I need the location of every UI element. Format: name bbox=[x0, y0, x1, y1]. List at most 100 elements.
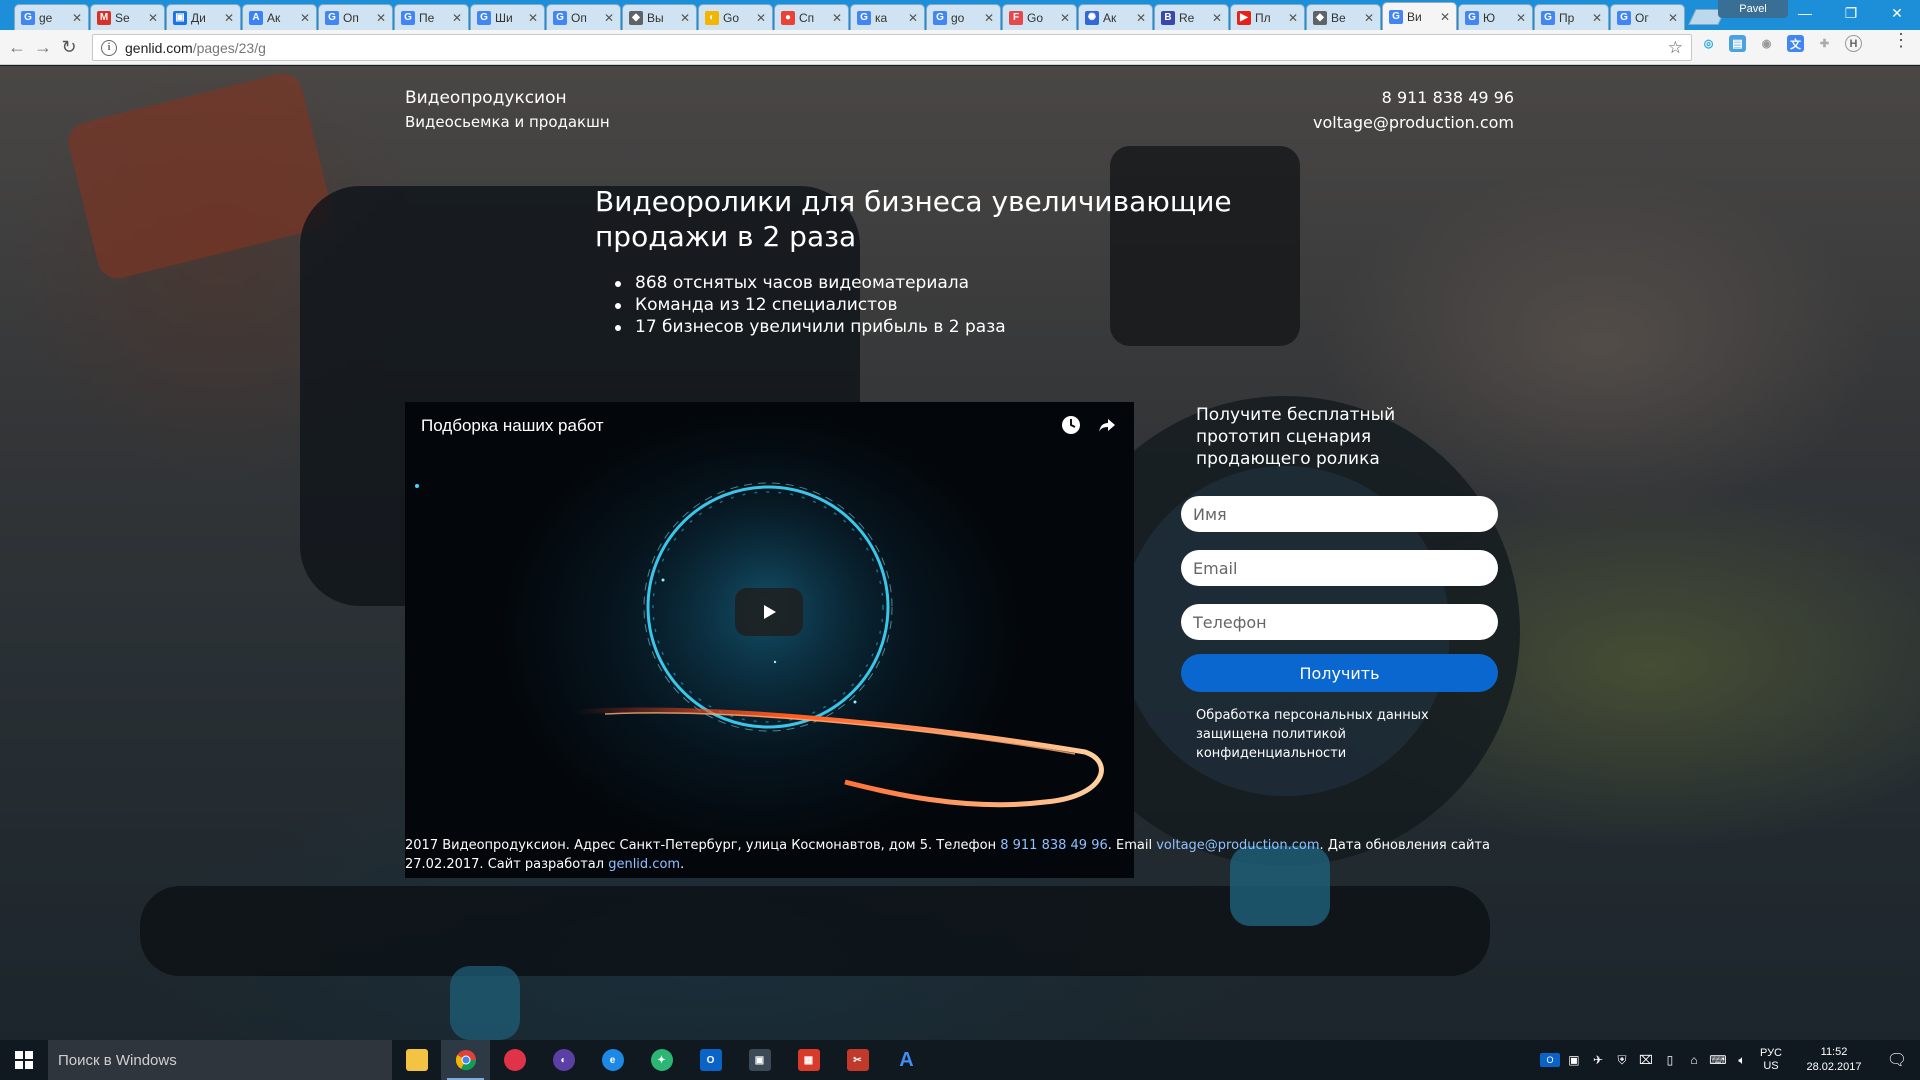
tab-close-icon[interactable]: ✕ bbox=[830, 11, 844, 25]
browser-tab[interactable]: ◆ Вы ✕ bbox=[622, 4, 697, 30]
tab-close-icon[interactable]: ✕ bbox=[678, 11, 692, 25]
browser-tab[interactable]: F Go ✕ bbox=[1002, 4, 1077, 30]
outlook-button[interactable]: O bbox=[686, 1040, 735, 1080]
tab-close-icon[interactable]: ✕ bbox=[1286, 11, 1300, 25]
browser-tab[interactable]: ◆ Ве ✕ bbox=[1306, 4, 1381, 30]
video-title[interactable]: Подборка наших работ bbox=[421, 416, 604, 436]
tab-close-icon[interactable]: ✕ bbox=[754, 11, 768, 25]
address-bar[interactable]: i genlid.com/pages/23/g ☆ bbox=[92, 34, 1692, 61]
clock[interactable]: 11:52 28.02.2017 bbox=[1794, 1045, 1874, 1075]
chrome-button[interactable] bbox=[441, 1040, 490, 1080]
browser-tab[interactable]: G Оп ✕ bbox=[318, 4, 393, 30]
footer-phone-link[interactable]: 8 911 838 49 96 bbox=[1000, 838, 1108, 853]
taskbar-search[interactable]: Поиск в Windows bbox=[48, 1040, 392, 1080]
name-input[interactable] bbox=[1181, 496, 1498, 532]
header-phone[interactable]: 8 911 838 49 96 bbox=[1313, 88, 1514, 107]
edge-button[interactable]: e bbox=[588, 1040, 637, 1080]
header-email[interactable]: voltage@production.com bbox=[1313, 113, 1514, 132]
reload-icon[interactable]: ↻ bbox=[56, 34, 82, 60]
outlook-tray-icon[interactable]: O bbox=[1539, 1053, 1560, 1067]
tab-close-icon[interactable]: ✕ bbox=[1134, 11, 1148, 25]
tab-close-icon[interactable]: ✕ bbox=[146, 11, 160, 25]
browser-tab[interactable]: G Ви ✕ bbox=[1382, 2, 1457, 30]
site-info-icon[interactable]: i bbox=[101, 39, 117, 56]
browser-tab[interactable]: Gge ✕ bbox=[14, 4, 89, 30]
taskbar-app-button[interactable]: ✦ bbox=[637, 1040, 686, 1080]
tab-close-icon[interactable]: ✕ bbox=[70, 11, 84, 25]
restore-icon[interactable]: ❐ bbox=[1828, 0, 1874, 26]
tab-close-icon[interactable]: ✕ bbox=[222, 11, 236, 25]
browser-tab[interactable]: Gка ✕ bbox=[850, 4, 925, 30]
tab-close-icon[interactable]: ✕ bbox=[602, 11, 616, 25]
extension-icon[interactable]: ◉ bbox=[1758, 35, 1775, 52]
tab-close-icon[interactable]: ✕ bbox=[982, 11, 996, 25]
browser-tab[interactable]: G Пр ✕ bbox=[1534, 4, 1609, 30]
browser-tab[interactable]: Ggo ✕ bbox=[926, 4, 1001, 30]
play-button[interactable] bbox=[735, 588, 803, 636]
email-input[interactable] bbox=[1181, 550, 1498, 586]
extension-icon[interactable]: H bbox=[1845, 35, 1862, 52]
tray-app-icon[interactable]: ✈ bbox=[1588, 1053, 1608, 1067]
close-window-icon[interactable]: ✕ bbox=[1874, 0, 1920, 26]
tab-close-icon[interactable]: ✕ bbox=[906, 11, 920, 25]
shield-icon[interactable]: ⛨ bbox=[1612, 1053, 1632, 1067]
browser-tab[interactable]: ▶ Пл ✕ bbox=[1230, 4, 1305, 30]
privacy-policy-note[interactable]: Обработка персональных данных защищена п… bbox=[1196, 706, 1436, 763]
submit-button[interactable]: Получить bbox=[1181, 654, 1498, 692]
tab-close-icon[interactable]: ✕ bbox=[374, 11, 388, 25]
browser-tab[interactable]: M Se ✕ bbox=[90, 4, 165, 30]
translate-icon[interactable]: 文 bbox=[1787, 35, 1804, 52]
notifications-icon[interactable]: 🗨︎ bbox=[1874, 1050, 1920, 1070]
browser-tab[interactable]: A Ак ✕ bbox=[242, 4, 317, 30]
volume-icon[interactable]: 🔈︎ bbox=[1732, 1053, 1752, 1067]
footer-site-link[interactable]: genlid.com bbox=[608, 857, 680, 872]
bookmark-star-icon[interactable]: ☆ bbox=[1668, 38, 1683, 58]
browser-tab[interactable]: ✺ Ак ✕ bbox=[1078, 4, 1153, 30]
file-explorer-button[interactable] bbox=[392, 1040, 441, 1080]
browser-tab[interactable]: G Пе ✕ bbox=[394, 4, 469, 30]
taskbar-app-button[interactable]: ◐ bbox=[539, 1040, 588, 1080]
video-player[interactable]: Подборка наших работ bbox=[405, 402, 1134, 878]
tab-close-icon[interactable]: ✕ bbox=[450, 11, 464, 25]
language-indicator[interactable]: РУС US bbox=[1760, 1047, 1782, 1073]
phone-input[interactable] bbox=[1181, 604, 1498, 640]
taskbar-app-button[interactable]: ✂ bbox=[833, 1040, 882, 1080]
tab-close-icon[interactable]: ✕ bbox=[1666, 11, 1680, 25]
chrome-menu-icon[interactable]: ⋮ bbox=[1892, 31, 1910, 49]
browser-tab[interactable]: ● Сп ✕ bbox=[774, 4, 849, 30]
tab-close-icon[interactable]: ✕ bbox=[526, 11, 540, 25]
browser-tab[interactable]: G Ог ✕ bbox=[1610, 4, 1685, 30]
adwords-editor-button[interactable]: A bbox=[882, 1040, 931, 1080]
taskbar-app-button[interactable]: ▦ bbox=[784, 1040, 833, 1080]
network-icon[interactable]: ⌂ bbox=[1684, 1053, 1704, 1067]
footer-email-link[interactable]: voltage@production.com bbox=[1156, 838, 1319, 853]
watch-later-icon[interactable] bbox=[1060, 414, 1082, 436]
tab-close-icon[interactable]: ✕ bbox=[298, 11, 312, 25]
start-button[interactable] bbox=[0, 1040, 48, 1080]
browser-tab[interactable]: ◐ Go ✕ bbox=[698, 4, 773, 30]
browser-tab[interactable]: B Re ✕ bbox=[1154, 4, 1229, 30]
browser-tab[interactable]: G Ши ✕ bbox=[470, 4, 545, 30]
extension-icon[interactable]: ▤ bbox=[1729, 35, 1746, 52]
tab-close-icon[interactable]: ✕ bbox=[1590, 11, 1604, 25]
battery-icon[interactable]: ▯ bbox=[1660, 1053, 1680, 1067]
taskbar-app-button[interactable]: ▣ bbox=[735, 1040, 784, 1080]
tray-app-icon[interactable]: ▣ bbox=[1564, 1053, 1584, 1067]
keyboard-icon[interactable]: ⌨ bbox=[1708, 1053, 1728, 1067]
tab-close-icon[interactable]: ✕ bbox=[1210, 11, 1224, 25]
browser-tab[interactable]: G Ю ✕ bbox=[1458, 4, 1533, 30]
extension-icon[interactable]: ✚ bbox=[1816, 35, 1833, 52]
tray-app-icon[interactable]: ⌧ bbox=[1636, 1053, 1656, 1067]
taskbar-app-button[interactable] bbox=[490, 1040, 539, 1080]
forward-arrow-icon[interactable]: → bbox=[30, 34, 56, 60]
back-arrow-icon[interactable]: ← bbox=[4, 34, 30, 60]
tab-close-icon[interactable]: ✕ bbox=[1058, 11, 1072, 25]
profile-button[interactable]: Pavel bbox=[1718, 0, 1788, 18]
browser-tab[interactable]: ▣ Ди ✕ bbox=[166, 4, 241, 30]
minimize-icon[interactable]: — bbox=[1782, 0, 1828, 26]
tab-close-icon[interactable]: ✕ bbox=[1438, 10, 1452, 24]
extension-icon[interactable]: ◎ bbox=[1700, 35, 1717, 52]
tab-close-icon[interactable]: ✕ bbox=[1362, 11, 1376, 25]
share-icon[interactable] bbox=[1096, 414, 1118, 436]
browser-tab[interactable]: G Оп ✕ bbox=[546, 4, 621, 30]
